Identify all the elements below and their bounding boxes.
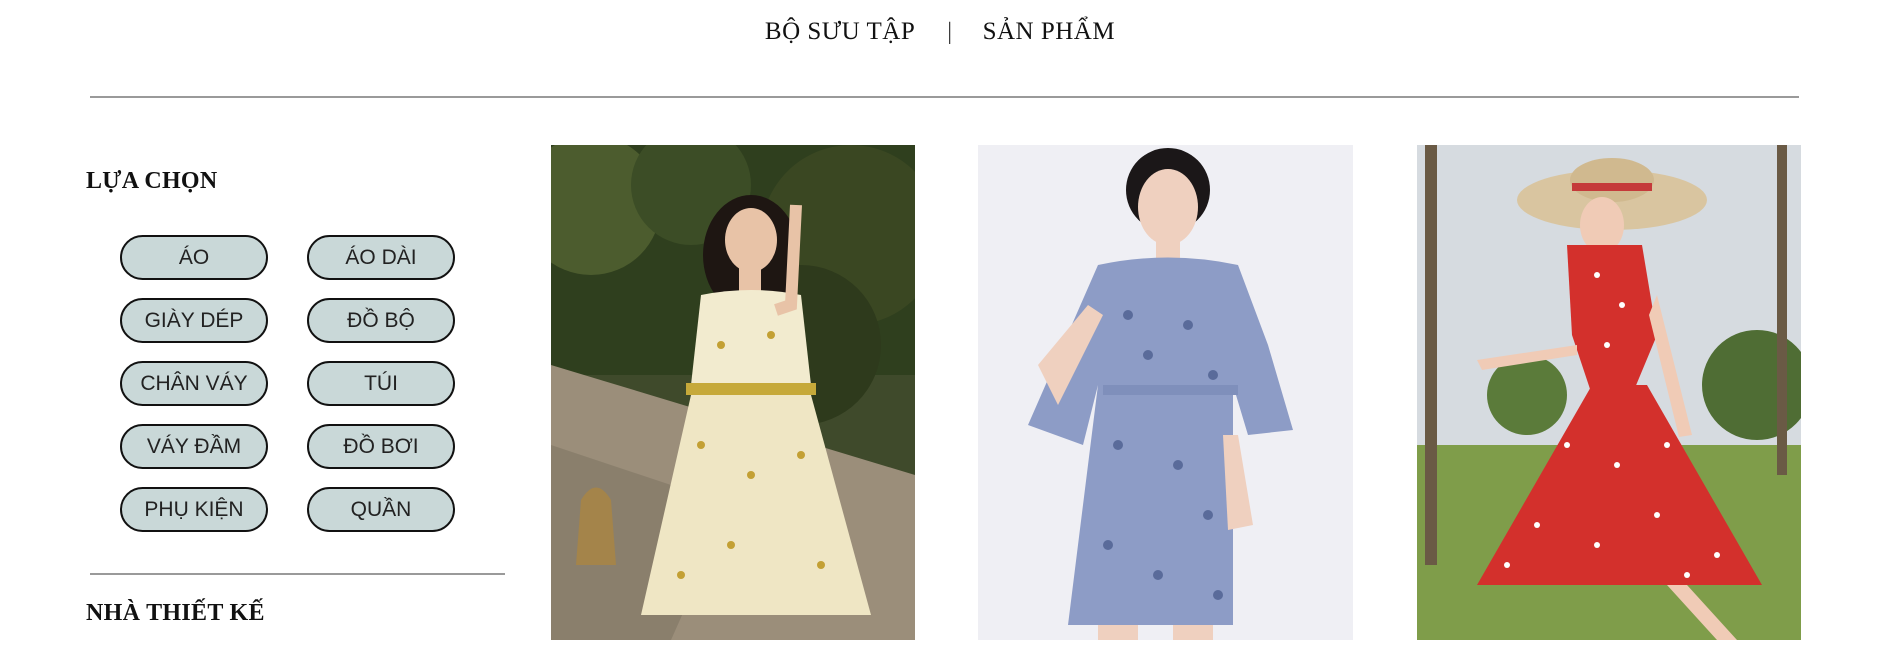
product-card-2[interactable] [978, 145, 1353, 640]
top-divider [90, 96, 1799, 98]
top-nav: BỘ SƯU TẬP | SẢN PHẨM [0, 18, 1893, 46]
category-phu-kien[interactable]: PHỤ KIỆN [120, 487, 268, 532]
category-do-bo[interactable]: ĐỒ BỘ [307, 298, 455, 343]
filter-section-title: LỰA CHỌN [86, 168, 218, 194]
category-giay-dep[interactable]: GIÀY DÉP [120, 298, 268, 343]
category-ao[interactable]: ÁO [120, 235, 268, 280]
nav-collection-link[interactable]: BỘ SƯU TẬP [765, 18, 915, 46]
category-chan-vay[interactable]: CHÂN VÁY [120, 361, 268, 406]
product-card-3[interactable] [1417, 145, 1801, 640]
nav-separator: | [947, 18, 953, 45]
red-polka-dress-photo [1417, 145, 1801, 640]
nav-products-link[interactable]: SẢN PHẨM [983, 18, 1116, 46]
blue-floral-shirt-dress-photo [978, 145, 1353, 640]
designer-section-title: NHÀ THIẾT KẾ [86, 600, 265, 626]
sidebar-divider [90, 573, 505, 575]
category-vay-dam[interactable]: VÁY ĐẦM [120, 424, 268, 469]
category-ao-dai[interactable]: ÁO DÀI [307, 235, 455, 280]
category-quan[interactable]: QUẦN [307, 487, 455, 532]
category-tui[interactable]: TÚI [307, 361, 455, 406]
floral-cream-dress-photo [551, 145, 915, 640]
product-card-1[interactable] [551, 145, 915, 640]
category-do-boi[interactable]: ĐỒ BƠI [307, 424, 455, 469]
